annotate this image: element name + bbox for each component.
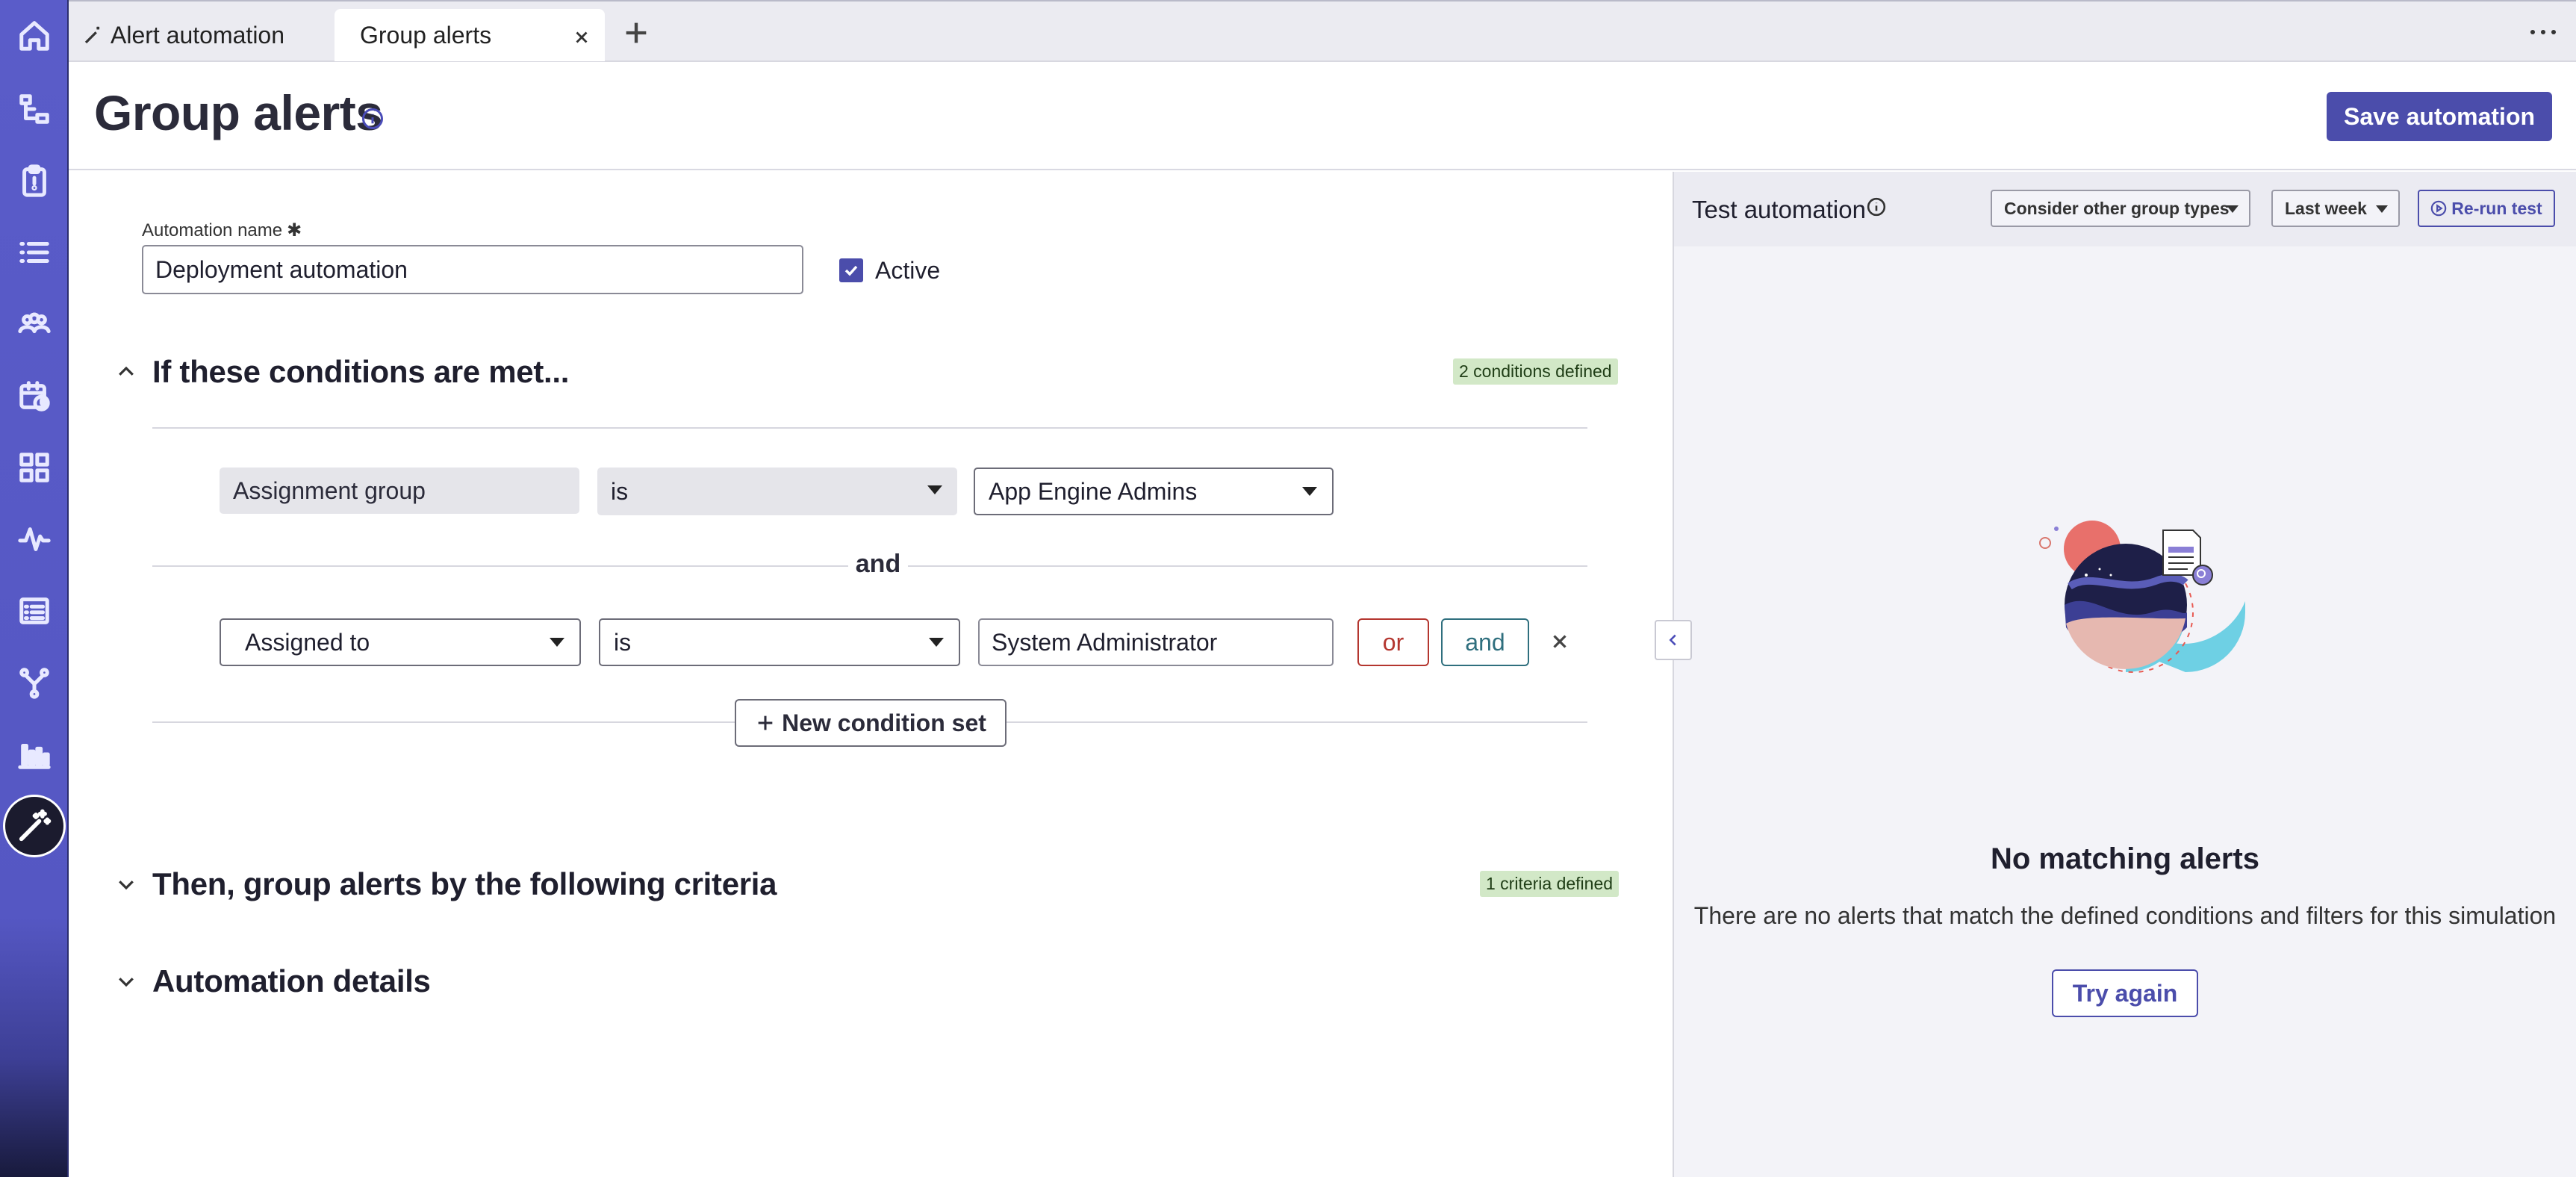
empty-state-title: No matching alerts [1990, 842, 2260, 875]
condition-operator-select[interactable]: is [597, 468, 957, 515]
and-button[interactable]: and [1441, 618, 1529, 666]
condition-field-select[interactable]: Assigned to [220, 618, 581, 666]
caret-down-icon [550, 638, 564, 647]
wand-icon [84, 26, 100, 44]
value-text: App Engine Admins [989, 477, 1198, 505]
grid-icon[interactable] [12, 445, 57, 490]
period-value: Last week [2285, 198, 2367, 218]
play-circle-icon [2431, 200, 2447, 217]
active-checkbox[interactable] [839, 258, 863, 282]
close-tab-icon[interactable] [572, 25, 591, 45]
rerun-test-button[interactable]: Re-run test [2418, 190, 2555, 227]
bar-chart-icon[interactable] [12, 732, 57, 777]
info-icon[interactable] [361, 108, 384, 130]
required-icon: ✱ [287, 220, 302, 240]
caret-down-icon [929, 638, 944, 647]
group-icon[interactable] [12, 302, 57, 347]
pulse-icon[interactable] [12, 517, 57, 562]
save-automation-button[interactable]: Save automation [2327, 92, 2552, 141]
caret-down-icon [927, 485, 942, 494]
tab-bar: Alert automation Group alerts [69, 0, 2576, 62]
condition-operator-select[interactable]: is [599, 618, 960, 666]
active-label: Active [875, 257, 941, 284]
condition-field-assignment-group: Assignment group [220, 468, 579, 514]
magic-wand-icon[interactable] [3, 795, 66, 857]
field-value: Assigned to [245, 628, 370, 656]
automation-name-label: Automation name ✱ [142, 220, 302, 241]
details-section-title: Automation details [152, 963, 431, 999]
test-panel-title: Test automation [1692, 196, 1866, 223]
form-list-icon[interactable] [12, 588, 57, 633]
chevron-left-icon [1669, 634, 1676, 646]
plus-icon [758, 715, 773, 730]
condition-value-select[interactable]: App Engine Admins [974, 468, 1334, 515]
period-dropdown[interactable]: Last week [2271, 190, 2400, 227]
conditions-section-header[interactable]: If these conditions are met... [115, 354, 569, 390]
home-icon[interactable] [12, 13, 57, 58]
automation-name-input[interactable]: Deployment automation [142, 245, 803, 294]
empty-state-illustration [2039, 521, 2245, 673]
details-section-header[interactable]: Automation details [115, 963, 431, 999]
conditions-section-title: If these conditions are met... [152, 354, 570, 389]
test-automation-panel: Test automation Consider other group typ… [1674, 172, 2576, 1177]
grouping-section-title: Then, group alerts by the following crit… [152, 866, 777, 901]
and-connector-label: and [848, 550, 908, 579]
remove-condition-icon[interactable] [1549, 630, 1571, 653]
add-tab-icon[interactable] [621, 18, 651, 48]
tab-label: Group alerts [360, 21, 492, 49]
page-header: Group alerts Save automation [69, 62, 2576, 170]
section-divider [152, 427, 1587, 429]
list-icon[interactable] [12, 230, 57, 275]
chevron-down-icon [119, 881, 134, 890]
info-icon[interactable] [1867, 197, 1886, 217]
branch-icon[interactable] [12, 660, 57, 705]
rerun-label: Re-run test [2451, 198, 2542, 218]
hierarchy-icon[interactable] [12, 87, 57, 131]
new-condition-set-label: New condition set [782, 709, 986, 736]
empty-state-description: There are no alerts that match the defin… [1693, 902, 2557, 929]
checkmark-icon [844, 265, 858, 276]
caret-down-icon [2227, 205, 2239, 213]
tab-alert-automation[interactable]: Alert automation [82, 9, 284, 61]
collapse-panel-button[interactable] [1655, 620, 1692, 660]
chevron-up-icon [119, 366, 134, 376]
new-condition-set-button[interactable]: New condition set [735, 699, 1007, 747]
condition-value-input[interactable]: System Administrator [978, 618, 1334, 666]
operator-value: is [611, 477, 629, 505]
operator-value: is [614, 628, 632, 656]
caret-down-icon [1302, 487, 1317, 496]
clipboard-icon[interactable] [12, 158, 57, 203]
automation-form: Automation name ✱ Deployment automation A… [69, 172, 1673, 1177]
more-options-icon[interactable] [2527, 21, 2560, 43]
tab-group-alerts[interactable]: Group alerts [335, 9, 605, 61]
left-nav-rail [0, 0, 69, 1177]
page-title: Group alerts [94, 85, 383, 140]
calendar-clock-icon[interactable] [12, 373, 57, 418]
test-panel-toolbar: Test automation Consider other group typ… [1674, 172, 2576, 246]
caret-down-icon [2376, 205, 2388, 213]
grouping-section-header[interactable]: Then, group alerts by the following crit… [115, 866, 777, 902]
try-again-button[interactable]: Try again [2052, 969, 2198, 1017]
or-button[interactable]: or [1357, 618, 1429, 666]
tab-label: Alert automation [111, 21, 285, 49]
group-types-dropdown[interactable]: Consider other group types [1991, 190, 2250, 227]
criteria-count-badge: 1 criteria defined [1480, 871, 1620, 897]
group-types-value: Consider other group types [2004, 198, 2230, 218]
automation-name-label-text: Automation name [142, 220, 283, 240]
conditions-count-badge: 2 conditions defined [1453, 358, 1618, 385]
chevron-down-icon [119, 978, 134, 987]
